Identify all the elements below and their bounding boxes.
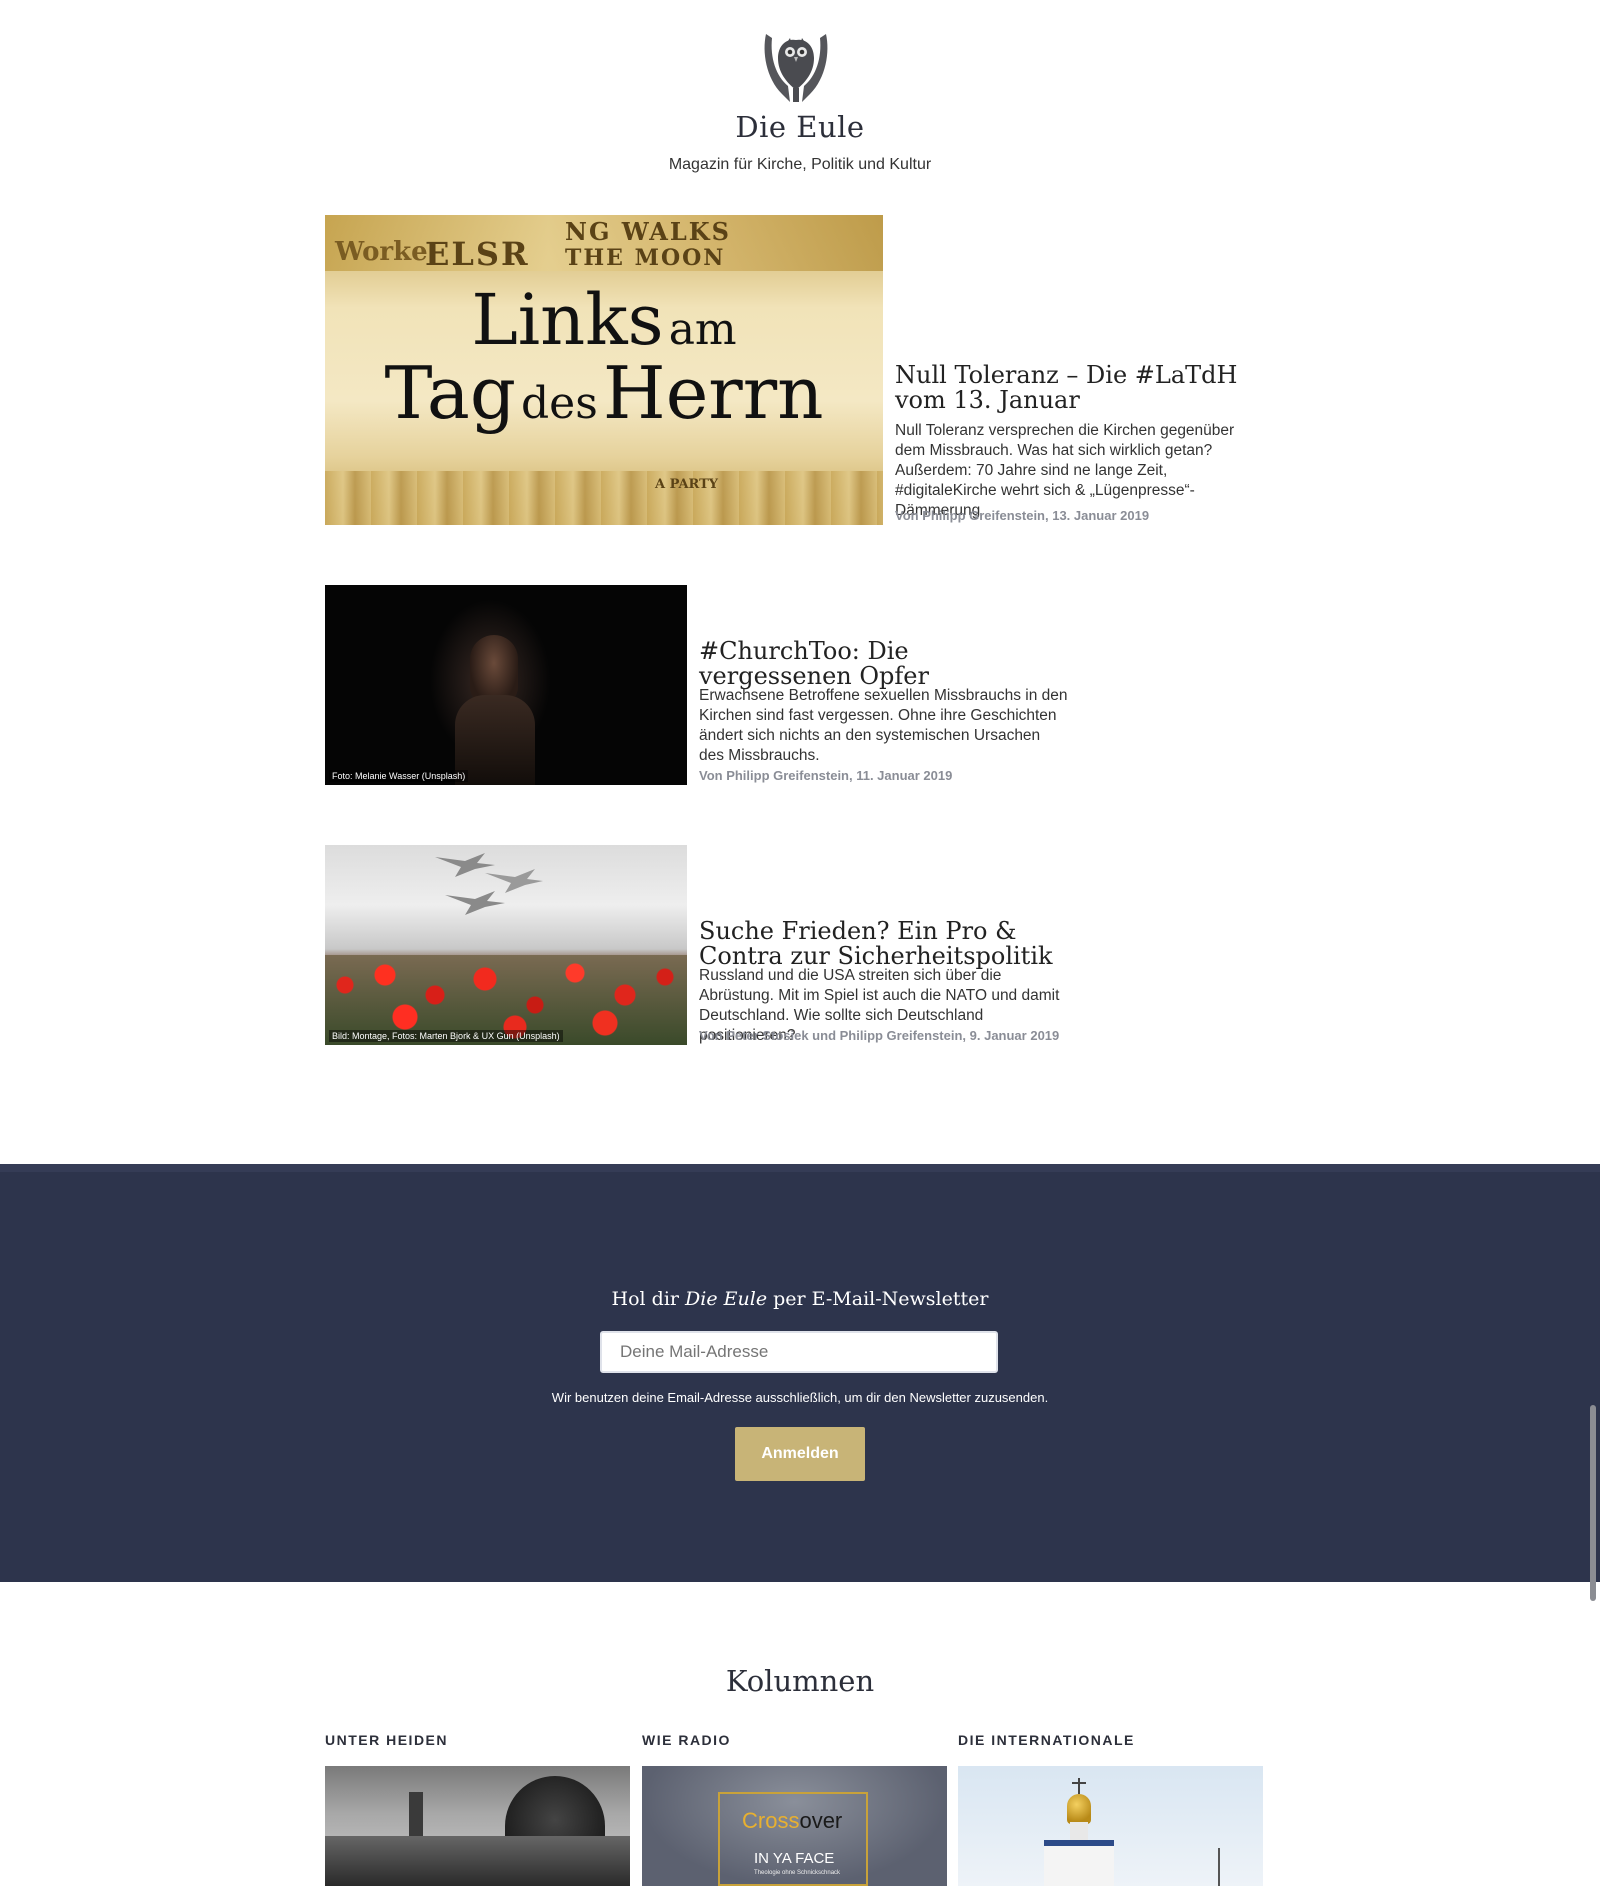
article-image[interactable]: Worke ELSR NG WALKS THE MOON A PARTY Lin… bbox=[325, 215, 883, 525]
image-title-line: Tag des Herrn bbox=[384, 351, 824, 435]
column-card[interactable]: DIE INTERNATIONALE bbox=[958, 1732, 1263, 1886]
article-excerpt: Null Toleranz versprechen die Kirchen ge… bbox=[895, 422, 1235, 519]
page-scrollbar-thumb[interactable] bbox=[1590, 1405, 1596, 1601]
article-excerpt: Erwachsene Betroffene sexuellen Missbrau… bbox=[699, 687, 1068, 764]
article-title[interactable]: #ChurchToo: Die vergessenen Opfer bbox=[699, 639, 1039, 689]
column-image-text: Theologie ohne Schnickschnack bbox=[754, 1870, 841, 1876]
column-image[interactable] bbox=[958, 1766, 1263, 1886]
image-caption: Bild: Montage, Fotos: Marten Bjork & UX … bbox=[329, 1030, 563, 1042]
image-headline: THE MOON bbox=[565, 245, 726, 271]
article-meta[interactable]: Von Peter Stosiek und Philipp Greifenste… bbox=[699, 1028, 1059, 1043]
column-image[interactable]: Crossover IN YA FACE Theologie ohne Schn… bbox=[642, 1766, 947, 1886]
image-headline: Worke bbox=[335, 237, 428, 267]
article-meta[interactable]: Von Philipp Greifenstein, 13. Januar 201… bbox=[895, 508, 1149, 523]
column-image-text: IN YA FACE bbox=[754, 1850, 835, 1867]
site-tagline: Magazin für Kirche, Politik und Kultur bbox=[668, 156, 932, 173]
article-teaser: Bild: Montage, Fotos: Marten Bjork & UX … bbox=[325, 845, 1085, 1045]
column-image[interactable] bbox=[325, 1766, 630, 1886]
column-label[interactable]: UNTER HEIDEN bbox=[325, 1732, 630, 1748]
newsletter-subscribe-button[interactable]: Anmelden bbox=[735, 1427, 865, 1481]
image-headline: A PARTY bbox=[655, 477, 719, 492]
article-teaser: Worke ELSR NG WALKS THE MOON A PARTY Lin… bbox=[325, 215, 1265, 527]
article-image[interactable]: Bild: Montage, Fotos: Marten Bjork & UX … bbox=[325, 845, 687, 1045]
image-headline: ELSR bbox=[425, 235, 530, 273]
article-title[interactable]: Suche Frieden? Ein Pro & Contra zur Sich… bbox=[699, 919, 1079, 969]
newsletter-email-input[interactable] bbox=[600, 1331, 998, 1373]
article-title[interactable]: Null Toleranz – Die #LaTdH vom 13. Janua… bbox=[895, 363, 1265, 413]
image-headline: NG WALKS bbox=[565, 217, 731, 246]
article-image[interactable]: Foto: Melanie Wasser (Unsplash) bbox=[325, 585, 687, 785]
article-meta[interactable]: Von Philipp Greifenstein, 11. Januar 201… bbox=[699, 768, 952, 783]
jet-graphic bbox=[435, 853, 543, 915]
newsletter-privacy-note: Wir benutzen deine Email-Adresse ausschl… bbox=[551, 1390, 1049, 1405]
article-teaser: Foto: Melanie Wasser (Unsplash) #ChurchT… bbox=[325, 585, 1085, 785]
site-header: Die Eule Magazin für Kirche, Politik und… bbox=[0, 0, 1600, 200]
column-card[interactable]: WIE RADIO Crossover IN YA FACE Theologie… bbox=[642, 1732, 947, 1886]
newsletter-heading: Hol dir Die Eule per E-Mail-Newsletter bbox=[611, 1288, 989, 1310]
column-label[interactable]: DIE INTERNATIONALE bbox=[958, 1732, 1263, 1748]
column-image-text: Crossover bbox=[742, 1808, 843, 1833]
column-card[interactable]: UNTER HEIDEN bbox=[325, 1732, 630, 1886]
site-title[interactable]: Die Eule bbox=[0, 110, 1600, 144]
owl-logo-icon[interactable] bbox=[760, 28, 832, 108]
column-label[interactable]: WIE RADIO bbox=[642, 1732, 947, 1748]
image-title-line: Links am bbox=[471, 279, 737, 361]
image-caption: Foto: Melanie Wasser (Unsplash) bbox=[329, 770, 469, 782]
columns-heading: Kolumnen bbox=[725, 1664, 875, 1698]
newsletter-section: Hol dir Die Eule per E-Mail-Newsletter W… bbox=[0, 1164, 1600, 1582]
